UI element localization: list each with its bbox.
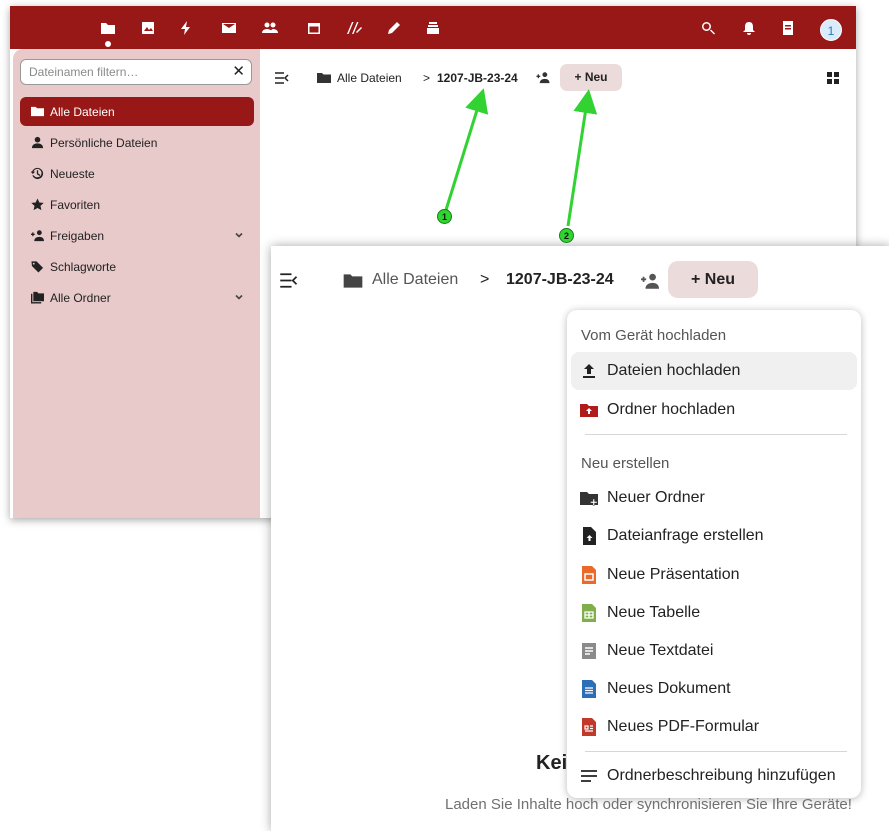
contacts-book-icon[interactable]	[780, 20, 796, 36]
folder-icon	[343, 274, 363, 288]
toggle-sidebar-icon[interactable]	[275, 72, 289, 84]
sidebar-item-label: Favoriten	[50, 197, 101, 212]
folder-icon	[317, 73, 331, 83]
sidebar-item-label: Schlagworte	[50, 259, 117, 274]
sidebar-item-persoenliche-dateien[interactable]: Persönliche Dateien	[20, 128, 254, 157]
new-folder-item[interactable]: Neuer Ordner	[571, 479, 857, 517]
new-text-file-item[interactable]: Neue Textdatei	[571, 632, 857, 670]
folder-icon[interactable]	[100, 20, 116, 36]
new-presentation-item[interactable]: Neue Präsentation	[571, 556, 857, 594]
text-file-icon	[579, 641, 599, 661]
chevron-down-icon[interactable]	[234, 291, 244, 301]
star-icon	[30, 198, 44, 212]
sidebar-item-neueste[interactable]: Neueste	[20, 159, 254, 188]
sidebar-item-label: Alle Ordner	[50, 290, 111, 305]
sidebar-item-alle-ordner[interactable]: Alle Ordner	[20, 283, 254, 312]
navigation-sidebar: ✕ Alle Dateien Persönliche Dateien Neues…	[13, 49, 260, 518]
document-icon	[579, 679, 599, 699]
file-request-item[interactable]: Dateianfrage erstellen	[571, 517, 857, 555]
pdf-form-icon	[579, 717, 599, 737]
lightning-icon[interactable]	[178, 20, 194, 36]
menu-item-label: Ordner hochladen	[607, 401, 736, 418]
sidebar-item-favoriten[interactable]: Favoriten	[20, 190, 254, 219]
clear-filter-icon[interactable]: ✕	[232, 63, 245, 81]
active-app-indicator	[105, 41, 111, 47]
pencil-icon[interactable]	[386, 20, 402, 36]
empty-state-subtitle: Laden Sie Inhalte hoch oder synchronisie…	[445, 796, 852, 813]
top-app-bar: 1	[10, 6, 856, 49]
image-icon[interactable]	[140, 20, 156, 36]
mail-icon[interactable]	[221, 20, 237, 36]
tag-icon	[30, 260, 44, 274]
notifications-icon[interactable]	[741, 20, 757, 36]
menu-item-label: Neue Tabelle	[607, 604, 701, 621]
new-button[interactable]: + Neu	[668, 261, 758, 298]
folder-plus-icon	[579, 488, 599, 508]
breadcrumb-root[interactable]: Alle Dateien	[337, 71, 402, 85]
sidebar-item-alle-dateien[interactable]: Alle Dateien	[20, 97, 254, 126]
menu-item-label: Neues Dokument	[607, 680, 731, 697]
sidebar-item-label: Persönliche Dateien	[50, 135, 158, 150]
new-pdf-form-item[interactable]: Neues PDF-Formular	[571, 708, 857, 746]
chevron-down-icon[interactable]	[234, 229, 244, 239]
new-menu: Vom Gerät hochladen Dateien hochladen Or…	[567, 310, 861, 798]
grid-view-icon[interactable]	[827, 72, 839, 84]
upload-folder-item[interactable]: Ordner hochladen	[571, 391, 857, 429]
new-button[interactable]: + Neu	[560, 64, 622, 91]
empty-state-title: Kei	[536, 752, 568, 774]
menu-item-label: Dateien hochladen	[607, 362, 741, 379]
history-icon	[30, 167, 44, 181]
deck-icon[interactable]	[425, 20, 441, 36]
sidebar-item-label: Neueste	[50, 166, 95, 181]
contacts-icon[interactable]	[262, 20, 278, 36]
avatar[interactable]: 1	[820, 19, 842, 41]
toggle-sidebar-icon[interactable]	[280, 273, 298, 288]
breadcrumb-root[interactable]: Alle Dateien	[372, 271, 458, 289]
add-folder-description-item[interactable]: Ordnerbeschreibung hinzufügen	[571, 757, 857, 795]
signature-icon[interactable]	[346, 20, 362, 36]
menu-separator	[585, 434, 847, 435]
filter-field[interactable]: ✕	[20, 59, 252, 85]
share-icon	[30, 229, 44, 243]
menu-separator	[585, 751, 847, 752]
annotation-badge-2: 2	[559, 228, 574, 243]
folders-icon	[30, 291, 44, 305]
share-icon[interactable]	[640, 272, 660, 290]
filter-input[interactable]	[27, 64, 221, 80]
menu-caption-upload: Vom Gerät hochladen	[581, 327, 727, 344]
folder-upload-icon	[579, 400, 599, 420]
share-icon[interactable]	[536, 71, 550, 84]
calendar-icon[interactable]	[306, 20, 322, 36]
menu-item-label: Neue Präsentation	[607, 566, 740, 583]
upload-files-item[interactable]: Dateien hochladen	[571, 352, 857, 390]
sidebar-item-schlagworte[interactable]: Schlagworte	[20, 252, 254, 281]
annotation-badge-1: 1	[437, 209, 452, 224]
menu-item-label: Neues PDF-Formular	[607, 718, 760, 735]
menu-item-label: Neuer Ordner	[607, 489, 705, 506]
file-request-icon	[579, 526, 599, 546]
breadcrumb-separator: >	[423, 71, 431, 85]
search-icon[interactable]	[700, 20, 716, 36]
sidebar-item-label: Freigaben	[50, 228, 105, 243]
lines-icon	[579, 766, 599, 786]
spreadsheet-icon	[579, 603, 599, 623]
new-spreadsheet-item[interactable]: Neue Tabelle	[571, 594, 857, 632]
breadcrumb-separator: >	[480, 271, 490, 288]
folder-icon	[30, 105, 44, 119]
zoomed-window: Alle Dateien > 1207-JB-23-24 + Neu Vom G…	[271, 246, 889, 831]
sidebar-item-label: Alle Dateien	[50, 104, 115, 119]
breadcrumb-current[interactable]: 1207-JB-23-24	[506, 271, 614, 289]
upload-icon	[579, 361, 599, 381]
menu-caption-create: Neu erstellen	[581, 455, 670, 472]
menu-item-label: Dateianfrage erstellen	[607, 527, 764, 544]
sidebar-item-freigaben[interactable]: Freigaben	[20, 221, 254, 250]
person-icon	[30, 136, 44, 150]
menu-item-label: Ordnerbeschreibung hinzufügen	[607, 767, 836, 784]
menu-item-label: Neue Textdatei	[607, 642, 714, 659]
new-document-item[interactable]: Neues Dokument	[571, 670, 857, 708]
breadcrumb-current[interactable]: 1207-JB-23-24	[437, 71, 518, 85]
presentation-icon	[579, 565, 599, 585]
